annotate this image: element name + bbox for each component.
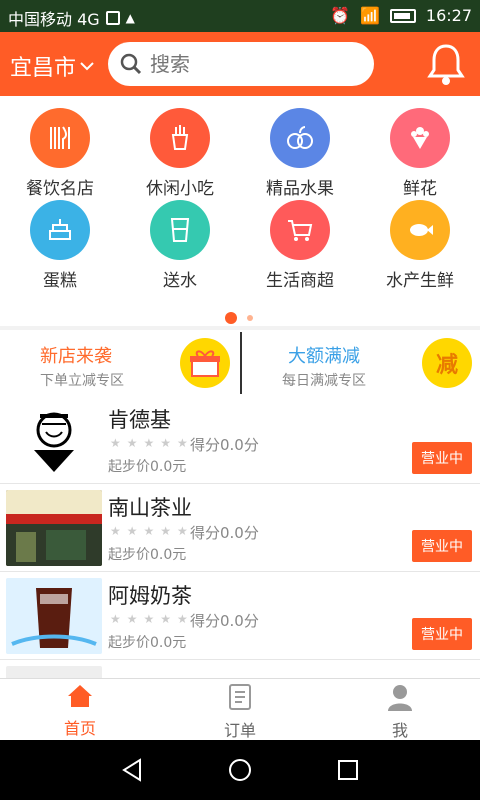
tab-orders[interactable]: 订单 — [180, 683, 300, 740]
category-item[interactable]: 鲜花 — [360, 100, 480, 199]
store-photo — [6, 578, 102, 654]
store-row[interactable]: 阿姆奶茶 ★★★★★ 得分0.0分 起步价0.0元 营业中 — [0, 572, 480, 660]
store-name: 肯德基 — [108, 408, 171, 432]
recent-apps-icon[interactable] — [336, 758, 360, 782]
clock-time: 16:27 — [425, 6, 472, 25]
battery-icon — [389, 8, 416, 23]
category-item[interactable]: 水产生鲜 — [360, 192, 480, 291]
inactive-dot — [247, 315, 253, 321]
store-score: 得分0.0分 — [190, 612, 259, 630]
promo-subtitle: 每日满减专区 — [282, 373, 366, 389]
discount-badge-icon: 减 — [422, 338, 472, 388]
order-list-icon — [229, 684, 251, 710]
category-label: 水产生鲜 — [386, 271, 454, 291]
category-item[interactable]: 精品水果 — [240, 100, 360, 199]
tab-home[interactable]: 首页 — [20, 683, 140, 739]
store-name: 阿姆奶茶 — [108, 584, 192, 608]
search-icon — [120, 53, 142, 75]
chevron-down-icon — [80, 62, 94, 71]
category-item[interactable]: 休闲小吃 — [120, 100, 240, 199]
home-button-icon[interactable] — [228, 758, 252, 782]
category-item[interactable]: 生活商超 — [240, 192, 360, 291]
tab-label: 首页 — [63, 719, 96, 738]
discount-badge-text: 减 — [435, 353, 458, 378]
fries-icon — [150, 108, 210, 168]
status-badge: 营业中 — [412, 618, 472, 650]
cart-icon — [270, 200, 330, 260]
store-min-price: 起步价0.0元 — [108, 459, 187, 475]
status-badge: 营业中 — [412, 442, 472, 474]
store-list: 肯德基 ★★★★★ 得分0.0分 起步价0.0元 营业中 南山茶业 ★★★★★ … — [0, 396, 480, 678]
store-min-price: 起步价0.0元 — [108, 635, 187, 651]
app-header: 宜昌市 — [0, 32, 480, 96]
store-name: 南山茶业 — [108, 496, 192, 520]
cake-icon — [30, 200, 90, 260]
promo-discount[interactable]: 大额满减 每日满减专区 — [282, 330, 432, 396]
category-label: 生活商超 — [266, 271, 334, 291]
gift-box-icon — [180, 338, 230, 388]
store-score: 得分0.0分 — [190, 524, 259, 542]
store-photo — [6, 666, 102, 678]
active-dot — [225, 312, 237, 324]
bottom-tab-bar: 首页 订单 我 — [0, 678, 480, 741]
city-label: 宜昌市 — [10, 56, 77, 81]
store-row[interactable]: 肯德基 ★★★★★ 得分0.0分 起步价0.0元 营业中 — [0, 396, 480, 484]
city-selector[interactable]: 宜昌市 — [10, 50, 94, 82]
bell-icon[interactable] — [426, 42, 466, 86]
notification-icon — [105, 11, 120, 25]
android-icon: ▲ — [125, 11, 135, 25]
store-min-price: 起步价0.0元 — [108, 547, 187, 563]
store-photo — [6, 490, 102, 566]
promo-title: 大额满减 — [288, 346, 360, 367]
alarm-icon: ⏰ — [330, 6, 350, 25]
status-bar: 中国移动 4G ▲ ⏰ 📶 16:27 — [0, 0, 480, 32]
search-bar[interactable] — [108, 42, 374, 86]
system-nav-bar — [0, 740, 480, 800]
star-rating: ★★★★★ — [110, 524, 194, 538]
store-logo — [6, 402, 102, 478]
water-cup-icon — [150, 200, 210, 260]
utensils-icon — [30, 108, 90, 168]
tab-label: 我 — [391, 721, 408, 740]
category-label: 送水 — [163, 271, 197, 291]
promo-divider — [240, 332, 242, 394]
category-label: 蛋糕 — [43, 271, 77, 291]
star-rating: ★★★★★ — [110, 612, 194, 626]
back-icon[interactable] — [120, 758, 144, 782]
wifi-icon: 📶 — [359, 6, 380, 25]
fruit-icon — [270, 108, 330, 168]
fish-icon — [390, 200, 450, 260]
category-item[interactable]: 送水 — [120, 192, 240, 291]
category-item[interactable]: 餐饮名店 — [0, 100, 120, 199]
flower-icon — [390, 108, 450, 168]
tab-label: 订单 — [223, 721, 256, 740]
tab-me[interactable]: 我 — [340, 683, 460, 740]
home-icon — [68, 685, 92, 707]
status-badge: 营业中 — [412, 530, 472, 562]
page-indicator — [0, 312, 480, 328]
store-row[interactable]: 南山茶业 ★★★★★ 得分0.0分 起步价0.0元 营业中 — [0, 484, 480, 572]
store-row-partial[interactable] — [0, 660, 480, 678]
carrier-text: 中国移动 4G — [8, 10, 100, 29]
search-input[interactable] — [148, 51, 352, 77]
user-icon — [388, 685, 412, 711]
store-score: 得分0.0分 — [190, 436, 259, 454]
category-item[interactable]: 蛋糕 — [0, 192, 120, 291]
star-rating: ★★★★★ — [110, 436, 194, 450]
category-grid: 餐饮名店 休闲小吃 精品水果 鲜花 蛋糕 送水 生活商超 水产生鲜 — [0, 96, 480, 326]
